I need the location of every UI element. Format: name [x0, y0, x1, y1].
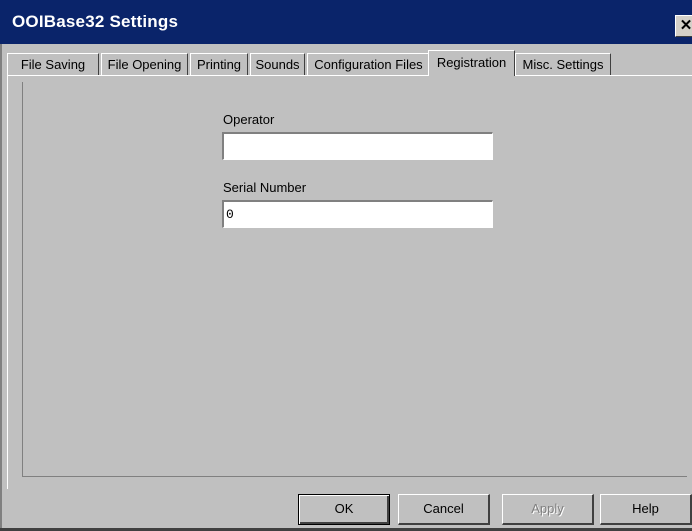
- serial-number-input[interactable]: [222, 200, 493, 228]
- window-left-edge: [0, 44, 2, 531]
- window-title: OOIBase32 Settings: [12, 12, 179, 31]
- tab-panel: Operator Serial Number: [7, 75, 692, 489]
- ok-button[interactable]: OK: [298, 494, 390, 525]
- help-button[interactable]: Help: [600, 494, 692, 525]
- tab-sounds[interactable]: Sounds: [250, 53, 305, 75]
- registration-panel: Operator Serial Number: [22, 82, 687, 477]
- serial-number-label: Serial Number: [223, 180, 307, 195]
- operator-input[interactable]: [222, 132, 493, 160]
- tab-registration[interactable]: Registration: [428, 50, 515, 76]
- tab-misc-settings[interactable]: Misc. Settings: [515, 53, 611, 75]
- tab-configuration-files[interactable]: Configuration Files: [307, 53, 430, 75]
- tab-printing[interactable]: Printing: [190, 53, 248, 75]
- close-icon[interactable]: ✕: [675, 15, 692, 37]
- operator-label: Operator: [223, 112, 275, 127]
- title-bar[interactable]: OOIBase32 Settings ✕: [0, 0, 692, 44]
- settings-window: OOIBase32 Settings ✕ File Saving File Op…: [0, 0, 692, 531]
- apply-button[interactable]: Apply: [502, 494, 594, 525]
- tab-file-saving[interactable]: File Saving: [7, 53, 99, 75]
- tab-file-opening[interactable]: File Opening: [101, 53, 188, 75]
- tab-strip: File Saving File Opening Printing Sounds…: [0, 50, 692, 76]
- cancel-button[interactable]: Cancel: [398, 494, 490, 525]
